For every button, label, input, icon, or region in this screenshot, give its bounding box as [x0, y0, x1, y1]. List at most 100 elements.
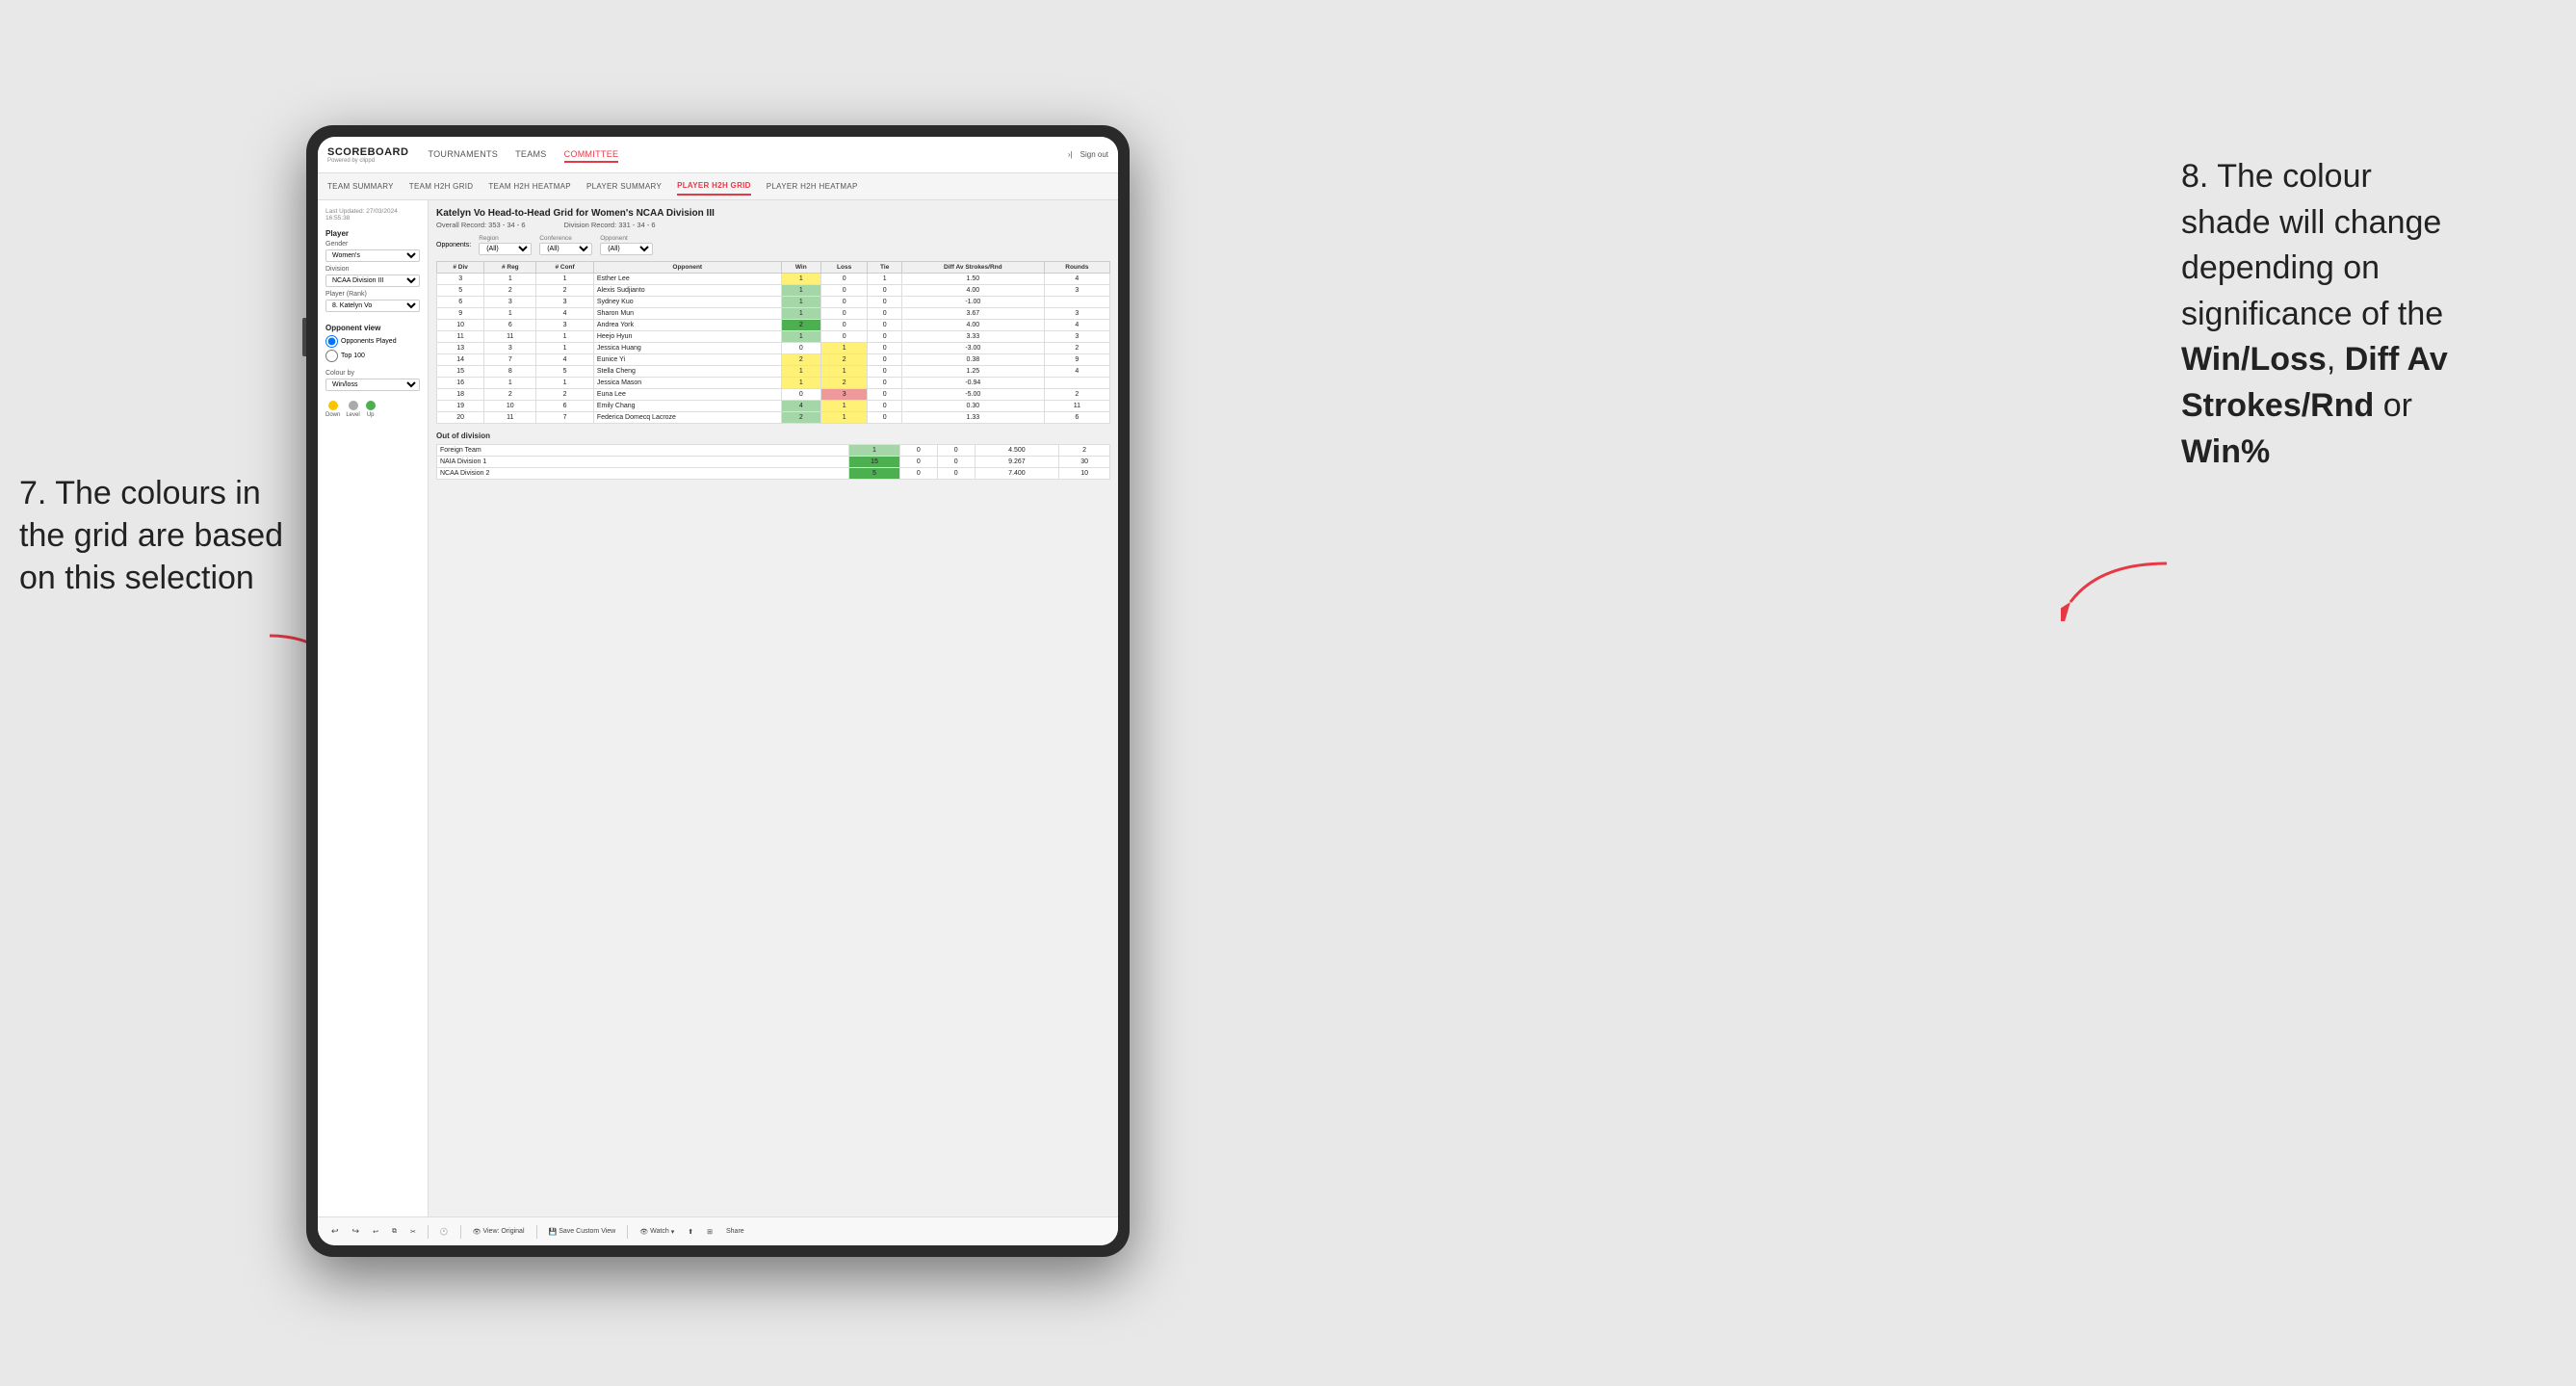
cell-reg: 7 — [484, 354, 536, 366]
watch-button[interactable]: 👁 Watch ▾ — [636, 1226, 678, 1238]
ood-cell-win: 1 — [849, 445, 900, 457]
col-header-opponent: Opponent — [593, 262, 781, 274]
cell-rounds: 6 — [1044, 412, 1109, 424]
nav-committee[interactable]: COMMITTEE — [564, 147, 619, 163]
sign-out-button[interactable]: Sign out — [1080, 150, 1108, 159]
cell-div: 13 — [437, 343, 484, 354]
save-custom-button[interactable]: 💾 Save Custom View — [545, 1226, 620, 1238]
view-original-button[interactable]: 👁 View: Original — [469, 1226, 529, 1238]
cell-reg: 1 — [484, 308, 536, 320]
clock-button[interactable]: 🕐 — [436, 1226, 453, 1238]
toolbar-divider-2 — [460, 1225, 461, 1239]
cell-div: 5 — [437, 285, 484, 297]
legend-up: Up — [366, 401, 376, 418]
nav-teams[interactable]: TEAMS — [515, 147, 547, 163]
cell-diff: 4.00 — [901, 285, 1044, 297]
cell-loss: 0 — [820, 285, 867, 297]
ood-cell-rounds: 10 — [1059, 468, 1110, 480]
share-button[interactable]: Share — [722, 1226, 748, 1237]
crop-button[interactable]: ✂ — [406, 1226, 420, 1238]
cell-div: 19 — [437, 401, 484, 412]
table-row: 16 1 1 Jessica Mason 1 2 0 -0.94 — [437, 378, 1110, 389]
cell-div: 9 — [437, 308, 484, 320]
annotation-left: 7. The colours in the grid are based on … — [19, 472, 289, 600]
conference-select[interactable]: (All) — [539, 243, 592, 255]
tablet-screen: SCOREBOARD Powered by clippd TOURNAMENTS… — [318, 137, 1118, 1245]
subnav-team-h2h-heatmap[interactable]: TEAM H2H HEATMAP — [488, 178, 571, 195]
cell-opponent: Heejo Hyun — [593, 331, 781, 343]
sidebar-player-rank-select[interactable]: 8. Katelyn Vo — [325, 300, 420, 312]
step-back-button[interactable]: ↩ — [369, 1226, 382, 1238]
cell-div: 10 — [437, 320, 484, 331]
subnav-player-h2h-grid[interactable]: PLAYER H2H GRID — [677, 177, 751, 196]
cell-reg: 1 — [484, 378, 536, 389]
redo-button[interactable]: ↪ — [349, 1224, 364, 1239]
opponents-played-radio[interactable]: Opponents Played — [325, 335, 420, 348]
cell-conf: 1 — [536, 331, 594, 343]
table-row: 14 7 4 Eunice Yi 2 2 0 0.38 9 — [437, 354, 1110, 366]
cell-reg: 1 — [484, 274, 536, 285]
subnav-team-h2h-grid[interactable]: TEAM H2H GRID — [409, 178, 474, 195]
cell-reg: 10 — [484, 401, 536, 412]
ood-table-row: Foreign Team 1 0 0 4.500 2 — [437, 445, 1110, 457]
cell-loss: 1 — [820, 366, 867, 378]
cell-diff: -0.94 — [901, 378, 1044, 389]
subnav-team-summary[interactable]: TEAM SUMMARY — [327, 178, 394, 195]
cell-win: 1 — [781, 308, 820, 320]
nav-tournaments[interactable]: TOURNAMENTS — [428, 147, 498, 163]
ood-cell-rounds: 2 — [1059, 445, 1110, 457]
out-of-division-table: Foreign Team 1 0 0 4.500 2 NAIA Division… — [436, 444, 1110, 480]
cell-reg: 3 — [484, 297, 536, 308]
grid-area: Katelyn Vo Head-to-Head Grid for Women's… — [429, 200, 1118, 1216]
cell-loss: 1 — [820, 343, 867, 354]
ood-table-row: NCAA Division 2 5 0 0 7.400 10 — [437, 468, 1110, 480]
region-select[interactable]: (All) — [479, 243, 532, 255]
ood-cell-opponent: NCAA Division 2 — [437, 468, 849, 480]
arrow-right-icon — [2061, 544, 2176, 621]
sidebar-division-select[interactable]: NCAA Division III — [325, 275, 420, 287]
opponent-view-section: Opponent view Opponents Played Top 100 — [325, 324, 420, 362]
table-row: 10 6 3 Andrea York 2 0 0 4.00 4 — [437, 320, 1110, 331]
tablet-side-button — [302, 318, 306, 356]
legend: Down Level Up — [325, 401, 420, 418]
cell-opponent: Sydney Kuo — [593, 297, 781, 308]
cell-reg: 2 — [484, 389, 536, 401]
share-icon-button[interactable]: ⬆ — [684, 1226, 697, 1238]
cell-loss: 1 — [820, 401, 867, 412]
cell-rounds: 2 — [1044, 389, 1109, 401]
colour-by-select[interactable]: Win/loss — [325, 379, 420, 391]
top-100-radio[interactable]: Top 100 — [325, 350, 420, 362]
grid-icon-button[interactable]: ⊞ — [703, 1226, 716, 1238]
subnav-player-summary[interactable]: PLAYER SUMMARY — [586, 178, 662, 195]
sidebar-gender-label: Gender — [325, 241, 420, 248]
sidebar-gender-select[interactable]: Women's — [325, 249, 420, 262]
logo-sub: Powered by clippd — [327, 158, 408, 164]
col-header-loss: Loss — [820, 262, 867, 274]
copy-button[interactable]: ⧉ — [388, 1226, 401, 1238]
filters-row: Opponents: Region (All) Conference (All)… — [436, 235, 1110, 255]
cell-reg: 2 — [484, 285, 536, 297]
cell-diff: -5.00 — [901, 389, 1044, 401]
nav-links: TOURNAMENTS TEAMS COMMITTEE — [428, 147, 1067, 163]
sidebar-player-rank-label: Player (Rank) — [325, 291, 420, 298]
cell-reg: 8 — [484, 366, 536, 378]
ood-cell-diff: 4.500 — [975, 445, 1059, 457]
ood-cell-opponent: NAIA Division 1 — [437, 457, 849, 468]
cell-loss: 2 — [820, 378, 867, 389]
table-row: 20 11 7 Federica Domecq Lacroze 2 1 0 1.… — [437, 412, 1110, 424]
undo-button[interactable]: ↩ — [327, 1224, 343, 1239]
cell-div: 11 — [437, 331, 484, 343]
col-header-conf: # Conf — [536, 262, 594, 274]
cell-conf: 2 — [536, 389, 594, 401]
annotation-right: 8. The colour shade will change dependin… — [2181, 154, 2547, 475]
subnav-player-h2h-heatmap[interactable]: PLAYER H2H HEATMAP — [767, 178, 858, 195]
cell-tie: 0 — [868, 378, 902, 389]
opponent-select[interactable]: (All) — [600, 243, 653, 255]
ood-cell-rounds: 30 — [1059, 457, 1110, 468]
colour-by-section: Colour by Win/loss — [325, 370, 420, 395]
filter-region: Region (All) — [479, 235, 532, 255]
col-header-reg: # Reg — [484, 262, 536, 274]
cell-conf: 1 — [536, 343, 594, 354]
sub-nav: TEAM SUMMARY TEAM H2H GRID TEAM H2H HEAT… — [318, 173, 1118, 200]
cell-conf: 4 — [536, 308, 594, 320]
